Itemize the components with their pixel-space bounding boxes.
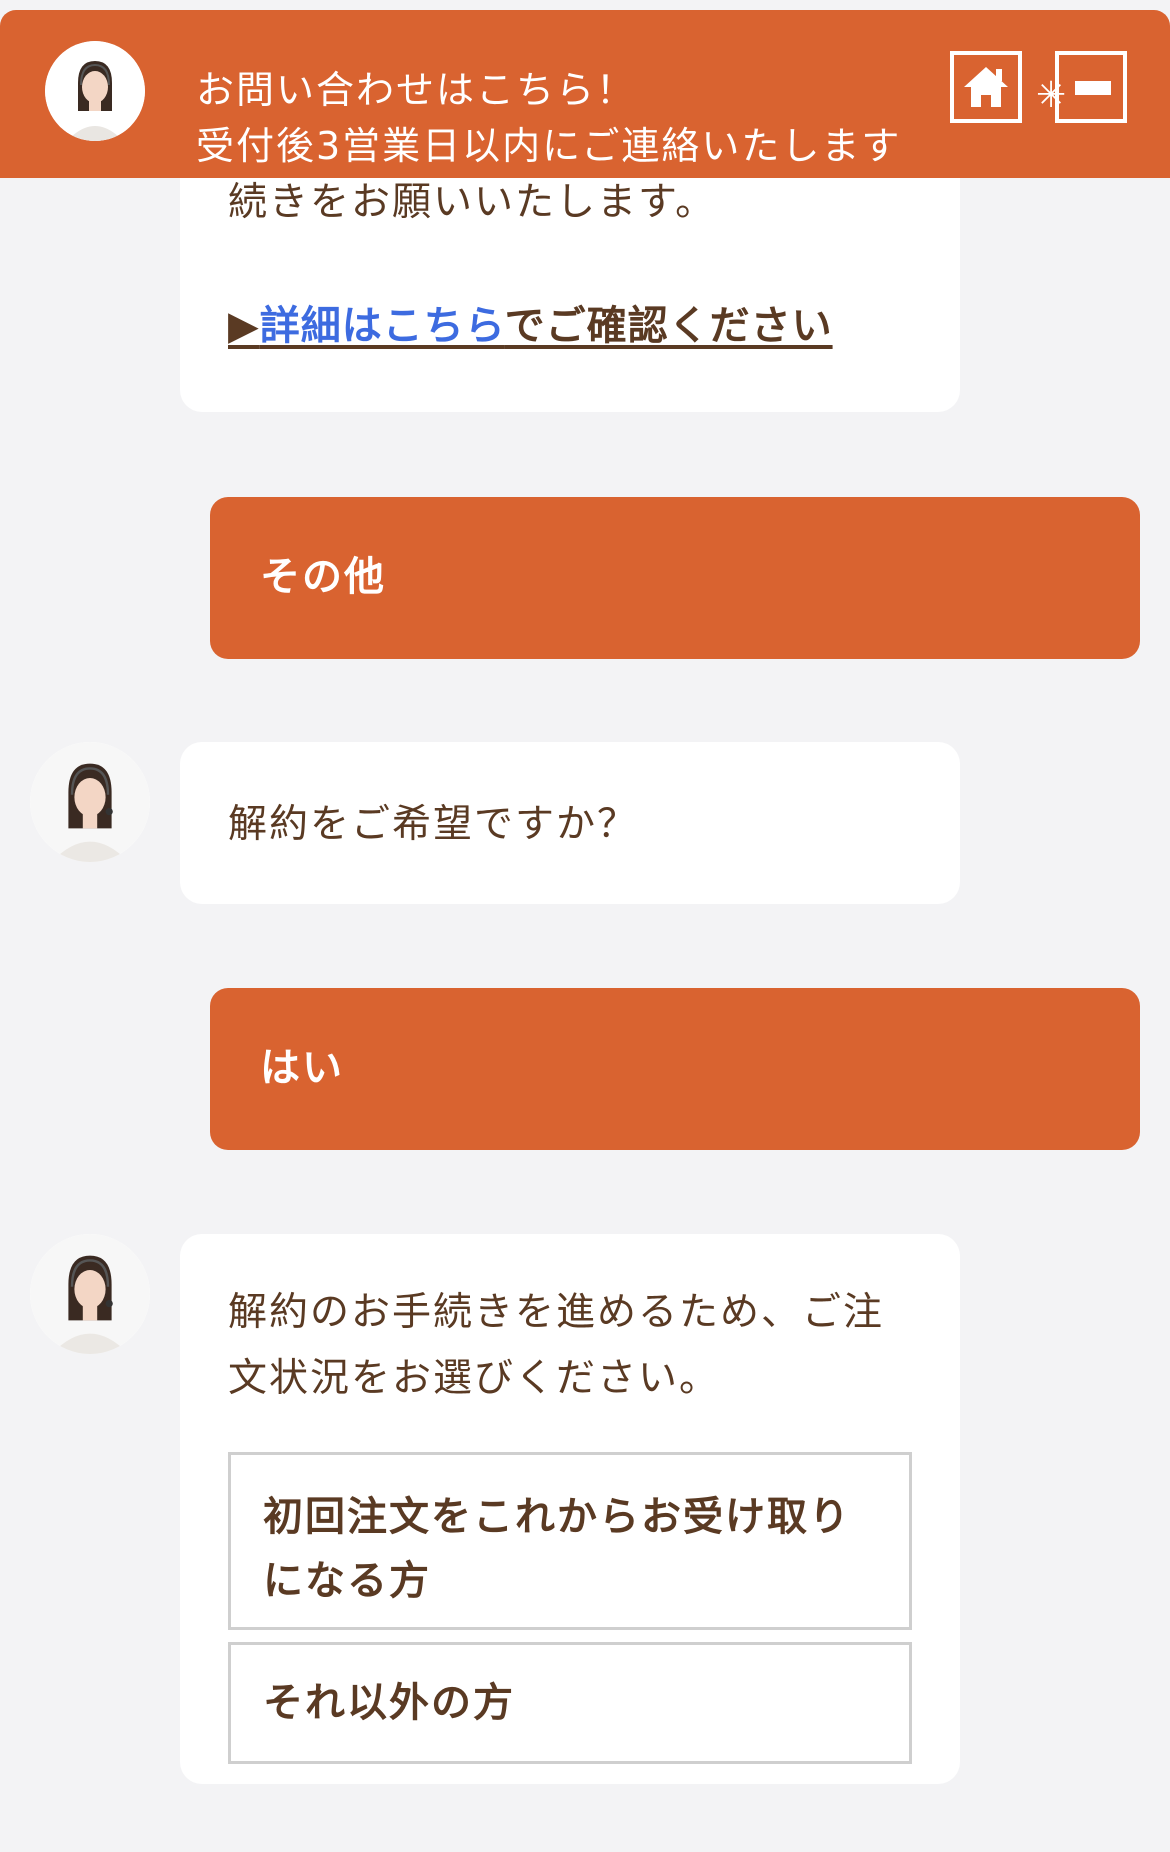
- home-button[interactable]: [950, 51, 1022, 123]
- operator-avatar: [45, 41, 145, 141]
- bot-message: 解約のお手続きを進めるため、ご注文状況をお選びください。 初回注文をこれからお受…: [180, 1234, 960, 1784]
- details-link-suffix: でご確認ください: [504, 303, 833, 349]
- bot-message-text: 解約のお手続きを進めるため、ご注文状況をお選びください。: [228, 1290, 885, 1401]
- user-reply: その他: [210, 497, 1140, 659]
- operator-avatar: [30, 1234, 150, 1354]
- option-other-button[interactable]: それ以外の方: [228, 1642, 912, 1764]
- operator-avatar-image: [30, 1234, 150, 1354]
- operator-avatar-image: [45, 41, 145, 141]
- top-edge: [0, 0, 1170, 10]
- option-first-order-button[interactable]: 初回注文をこれからお受け取りになる方: [228, 1452, 912, 1630]
- details-link[interactable]: 詳細はこちら: [260, 303, 505, 349]
- bot-message-text: 解約をご希望ですか？: [228, 802, 639, 847]
- home-icon: [964, 67, 1008, 107]
- bot-message: 解約をご希望ですか？: [180, 742, 960, 904]
- bot-message-text: 続きをお願いいたします。: [228, 180, 717, 225]
- minimize-button[interactable]: [1055, 51, 1127, 123]
- operator-avatar: [30, 742, 150, 862]
- play-arrow-icon: ▶: [228, 303, 260, 349]
- chat-header: お問い合わせはこちら！ 受付後3営業日以内にご連絡いたします ✳: [0, 10, 1170, 178]
- details-link-row: ▶詳細はこちらでご確認ください: [228, 296, 833, 356]
- header-line1: お問い合わせはこちら！: [196, 68, 637, 112]
- user-reply-text: その他: [260, 554, 386, 600]
- user-reply-text: はい: [260, 1045, 344, 1091]
- minimize-icon: [1075, 81, 1111, 95]
- header-message: お問い合わせはこちら！ 受付後3営業日以内にご連絡いたします: [196, 62, 901, 174]
- header-line2: 受付後3営業日以内にご連絡いたします: [196, 124, 902, 168]
- operator-avatar-image: [30, 742, 150, 862]
- user-reply: はい: [210, 988, 1140, 1150]
